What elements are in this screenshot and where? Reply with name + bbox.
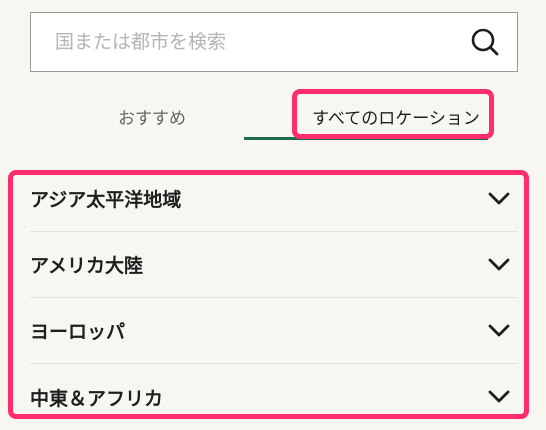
chevron-down-icon[interactable]: [488, 188, 510, 210]
region-item-asia-pacific[interactable]: アジア太平洋地域: [30, 166, 518, 232]
region-label: 中東＆アフリカ: [30, 387, 164, 410]
chevron-down-icon[interactable]: [488, 386, 510, 408]
region-item-americas[interactable]: アメリカ大陸: [30, 232, 518, 298]
active-tab-indicator: [244, 137, 488, 140]
search-input[interactable]: [31, 12, 453, 72]
tab-all-locations[interactable]: すべてのロケーション: [274, 92, 518, 140]
tab-recommended[interactable]: おすすめ: [30, 92, 274, 140]
region-label: ヨーロッパ: [30, 321, 126, 343]
region-item-europe[interactable]: ヨーロッパ: [30, 298, 518, 364]
tab-recommended-label: おすすめ: [118, 108, 186, 129]
search-box: [30, 12, 518, 72]
region-list: アジア太平洋地域 アメリカ大陸 ヨーロッパ 中東＆アフリカ: [30, 166, 518, 430]
chevron-down-icon[interactable]: [488, 320, 510, 342]
region-label: アジア太平洋地域: [30, 189, 182, 211]
chevron-down-icon[interactable]: [488, 254, 510, 276]
search-icon: [471, 28, 499, 56]
search-button[interactable]: [453, 13, 517, 71]
region-label: アメリカ大陸: [30, 255, 144, 277]
tab-all-locations-label: すべてのロケーション: [312, 108, 480, 129]
location-tabs: おすすめ すべてのロケーション: [30, 92, 518, 140]
region-item-middle-east-africa[interactable]: 中東＆アフリカ: [30, 364, 518, 430]
